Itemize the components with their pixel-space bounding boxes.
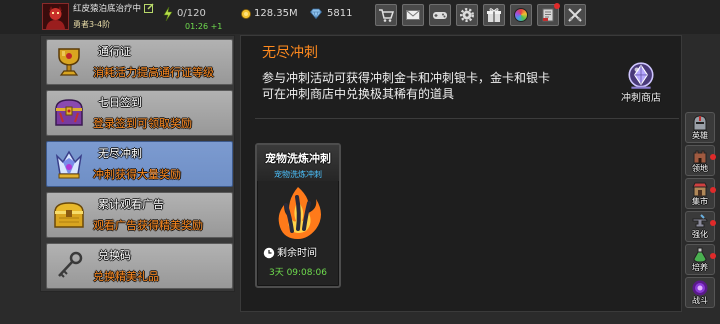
menu-item-title: 通行证 <box>98 45 131 58</box>
games-button[interactable] <box>429 4 451 26</box>
menu-item-title: 无尽冲刺 <box>98 147 142 160</box>
nav-label: 集市 <box>692 197 708 206</box>
battle-menu-button[interactable] <box>564 4 586 26</box>
crystal-orb-icon <box>628 62 654 89</box>
player-name: 红皮猿泊底治疗中 <box>73 4 142 14</box>
nav-enhance[interactable]: 强化 <box>685 211 716 242</box>
side-navigation: 英雄 领地 集市 强化 培养 战斗 <box>685 112 716 308</box>
gift-icon <box>487 8 501 22</box>
player-rank: 勇者3-4阶 <box>73 20 111 29</box>
notification-badge <box>710 253 716 259</box>
nav-label: 培养 <box>692 263 708 272</box>
shop-cart-icon <box>379 9 394 22</box>
gamepad-icon <box>433 12 447 19</box>
menu-item-ad-rewards[interactable]: 累计观看广告 观看广告获得精美奖励 <box>46 192 233 238</box>
player-avatar[interactable] <box>42 3 69 30</box>
mail-icon <box>406 10 420 20</box>
lightning-icon <box>163 7 173 21</box>
portal-icon <box>692 280 708 296</box>
color-wheel-icon <box>514 8 528 22</box>
event-detail-panel: 无尽冲刺 参与冲刺活动可获得冲刺金卡和冲刺银卡，金卡和银卡 可在冲刺商店中兑换极… <box>240 35 682 312</box>
energy-value: 0/120 <box>177 8 206 19</box>
notification-badge <box>554 3 560 9</box>
crossed-swords-icon <box>568 8 582 22</box>
menu-item-subtitle: 消耗活力提高通行证等级 <box>93 66 214 79</box>
golden-goblet-icon <box>58 48 80 76</box>
nav-territory[interactable]: 领地 <box>685 145 716 176</box>
event-description-line: 可在冲刺商店中兑换极其稀有的道具 <box>262 87 455 101</box>
gem-amount: 5811 <box>327 8 353 19</box>
menu-item-title: 兑换码 <box>98 249 131 262</box>
event-title: 无尽冲刺 <box>262 45 318 61</box>
nav-training[interactable]: 培养 <box>685 244 716 275</box>
crystal-crown-icon <box>55 150 83 179</box>
menu-item-seven-day-signin[interactable]: 七日签到 登录签到可领取奖励 <box>46 90 233 136</box>
nav-label: 战斗 <box>692 296 708 305</box>
top-bar: 红皮猿泊底治疗中 勇者3-4阶 0/120 01:26 +1 128.35M 5… <box>0 0 720 34</box>
remaining-time-value: 3天 09:08:06 <box>268 268 327 278</box>
nav-market[interactable]: 集市 <box>685 178 716 209</box>
anvil-icon <box>692 214 708 228</box>
clock-icon <box>263 247 275 259</box>
menu-item-battle-pass[interactable]: 通行证 消耗活力提高通行证等级 <box>46 39 233 85</box>
sprint-card-pet-refine[interactable]: 宠物洗炼冲刺 宠物洗炼冲刺 剩余时间 3天 09:08:06 <box>255 143 341 288</box>
menu-item-redeem-code[interactable]: 兑换码 兑换精美礼品 <box>46 243 233 289</box>
gold-amount: 128.35M <box>254 8 298 19</box>
menu-item-endless-sprint[interactable]: 无尽冲刺 冲刺获得大量奖励 <box>46 141 233 187</box>
helmet-icon <box>693 115 707 131</box>
remaining-time-label: 剩余时间 <box>277 248 317 259</box>
player-portrait-icon <box>43 4 68 29</box>
nav-hero[interactable]: 英雄 <box>685 112 715 143</box>
potion-icon <box>693 247 707 263</box>
event-description-line: 参与冲刺活动可获得冲刺金卡和冲刺银卡，金卡和银卡 <box>262 71 551 85</box>
edit-name-icon[interactable] <box>144 3 154 13</box>
flame-claw-icon <box>278 187 321 239</box>
sprint-shop-button[interactable]: 冲刺商店 <box>618 60 664 106</box>
menu-item-subtitle: 登录签到可领取奖励 <box>93 117 192 130</box>
menu-item-title: 七日签到 <box>98 96 142 109</box>
event-menu: 通行证 消耗活力提高通行证等级 七日签到 登录签到可领取奖励 无尽冲刺 冲刺获得… <box>40 35 235 292</box>
mail-button[interactable] <box>402 4 424 26</box>
lucky-wheel-button[interactable] <box>510 4 532 26</box>
castle-icon <box>693 150 707 164</box>
nav-label: 英雄 <box>692 131 708 140</box>
sprint-shop-label: 冲刺商店 <box>621 93 661 104</box>
notification-badge <box>710 187 716 193</box>
gold-coin-icon <box>241 9 251 19</box>
settings-button[interactable] <box>456 4 478 26</box>
menu-item-subtitle: 兑换精美礼品 <box>93 270 159 283</box>
nav-label: 强化 <box>692 230 708 239</box>
settings-gear-icon <box>459 7 475 23</box>
energy-regen-timer: 01:26 +1 <box>185 22 223 31</box>
section-divider <box>255 118 679 119</box>
menu-item-title: 累计观看广告 <box>98 198 164 211</box>
nav-label: 领地 <box>692 164 708 173</box>
card-subtitle: 宠物洗炼冲刺 <box>274 170 322 179</box>
gift-button[interactable] <box>483 4 505 26</box>
purple-chest-icon <box>55 99 83 126</box>
market-stall-icon <box>692 182 708 197</box>
notice-scroll-icon <box>542 8 554 22</box>
notice-button[interactable] <box>537 3 560 26</box>
notification-badge <box>710 220 716 226</box>
menu-item-subtitle: 观看广告获得精美奖励 <box>93 219 203 232</box>
card-title: 宠物洗炼冲刺 <box>265 152 331 165</box>
event-description: 参与冲刺活动可获得冲刺金卡和冲刺银卡，金卡和银卡 可在冲刺商店中兑换极其稀有的道… <box>262 70 550 102</box>
nav-battle[interactable]: 战斗 <box>685 277 715 308</box>
shop-button[interactable] <box>375 4 397 26</box>
gem-icon <box>310 8 322 19</box>
notification-badge <box>710 154 716 160</box>
golden-chest-icon <box>54 202 84 228</box>
key-icon <box>58 251 83 278</box>
menu-item-subtitle: 冲刺获得大量奖励 <box>93 168 181 181</box>
